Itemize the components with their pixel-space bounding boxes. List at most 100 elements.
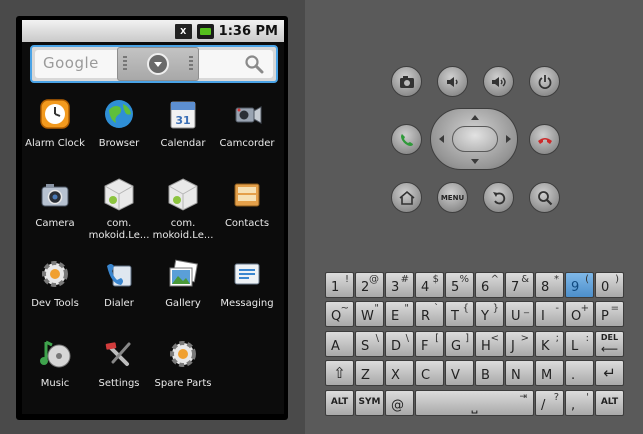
key-slash[interactable]: ? / [535, 390, 564, 416]
key-2[interactable]: @2 [355, 272, 384, 298]
app-alarm-clock[interactable]: Alarm Clock [23, 92, 87, 168]
key-l[interactable]: :L [565, 331, 594, 357]
key-w[interactable]: " W [355, 301, 384, 327]
search-icon[interactable] [244, 54, 264, 74]
key-alt-char: < [490, 333, 499, 344]
key-a[interactable]: A [325, 331, 354, 357]
app-messaging[interactable]: Messaging [215, 252, 279, 328]
key-q[interactable]: ~ Q [325, 301, 354, 327]
app-music[interactable]: Music [23, 332, 87, 408]
app-label: Music [40, 378, 70, 389]
key-h[interactable]: < H [475, 331, 504, 357]
key-z[interactable]: Z [355, 360, 384, 386]
search-button[interactable] [529, 182, 560, 213]
key-alt-char: + [580, 303, 589, 314]
key-char: , [571, 398, 576, 413]
key-g[interactable]: ] G [445, 331, 474, 357]
key-alt-left[interactable]: ALT [325, 390, 354, 416]
key-enter[interactable]: ↵ [595, 360, 624, 386]
camera-button[interactable] [391, 66, 422, 97]
key-k[interactable]: ; K [535, 331, 564, 357]
key-v[interactable]: V [445, 360, 474, 386]
key-4[interactable]: $4 [415, 272, 444, 298]
app-contacts[interactable]: Contacts [215, 172, 279, 248]
volume-down-button[interactable] [437, 66, 468, 97]
app-camera[interactable]: Camera [23, 172, 87, 248]
key-char: A [331, 339, 340, 354]
key-o[interactable]: + O [565, 301, 594, 327]
dpad-up-icon[interactable] [471, 115, 479, 120]
app-dev-tools[interactable]: Dev Tools [23, 252, 87, 328]
key-del[interactable]: DEL ⟵ [595, 331, 624, 357]
menu-button[interactable]: MENU [437, 182, 468, 213]
key-comma[interactable]: ', [565, 390, 594, 416]
app-browser[interactable]: Browser [87, 92, 151, 168]
key-space[interactable]: ⎵ ⇥ [415, 390, 534, 416]
home-button[interactable] [391, 182, 422, 213]
app-mokoid-2[interactable]: com. mokoid.Le... [151, 172, 215, 248]
key-s[interactable]: \ S [355, 331, 384, 357]
key-at[interactable]: @ [385, 390, 414, 416]
key-i[interactable]: -I [535, 301, 564, 327]
key-c[interactable]: C [415, 360, 444, 386]
key-alt-char: & [521, 274, 529, 285]
search-box[interactable]: Google [35, 47, 273, 81]
key-alt-right[interactable]: ALT [595, 390, 624, 416]
key-7[interactable]: & 7 [505, 272, 534, 298]
dpad-center-button[interactable] [452, 126, 498, 152]
dpad[interactable] [430, 108, 518, 170]
back-button[interactable] [483, 182, 514, 213]
key-6[interactable]: ^ 6 [475, 272, 504, 298]
key-9[interactable]: (9 [565, 272, 594, 298]
key-5[interactable]: % 5 [445, 272, 474, 298]
dpad-left-icon[interactable] [439, 135, 444, 143]
key-char: 9 [571, 280, 580, 295]
key-d[interactable]: \ D [385, 331, 414, 357]
chevron-down-icon[interactable] [147, 53, 169, 75]
status-bar[interactable]: X 1:36 PM [22, 20, 284, 42]
key-y[interactable]: } Y [475, 301, 504, 327]
key-e[interactable]: " E [385, 301, 414, 327]
key-n[interactable]: N [505, 360, 534, 386]
key-r[interactable]: ` R [415, 301, 444, 327]
app-calendar[interactable]: 31 Calendar [151, 92, 215, 168]
app-mokoid-1[interactable]: com. mokoid.Le... [87, 172, 151, 248]
dpad-down-icon[interactable] [471, 159, 479, 164]
key-j[interactable]: > J [505, 331, 534, 357]
volume-up-icon [491, 76, 506, 87]
call-button[interactable] [391, 124, 422, 155]
key-1[interactable]: ! 1 [325, 272, 354, 298]
app-dialer[interactable]: Dialer [87, 252, 151, 328]
key-period[interactable]: . [565, 360, 594, 386]
key-char: J [511, 339, 515, 354]
app-settings[interactable]: Settings [87, 332, 151, 408]
key-0[interactable]: ) 0 [595, 272, 624, 298]
volume-up-button[interactable] [483, 66, 514, 97]
end-call-button[interactable] [529, 124, 560, 155]
key-alt-char: { [462, 303, 469, 314]
google-search-widget[interactable]: Google [30, 45, 278, 83]
key-3[interactable]: #3 [385, 272, 414, 298]
app-label: Browser [98, 138, 140, 149]
key-f[interactable]: [F [415, 331, 444, 357]
key-x[interactable]: X [385, 360, 414, 386]
app-label: com. mokoid.Le... [152, 218, 214, 241]
app-gallery[interactable]: Gallery [151, 252, 215, 328]
search-source-selector[interactable] [117, 47, 199, 81]
key-char: M [541, 368, 553, 383]
dpad-right-icon[interactable] [506, 135, 511, 143]
key-b[interactable]: B [475, 360, 504, 386]
key-shift[interactable]: ⇧ [325, 360, 354, 386]
key-m[interactable]: M [535, 360, 564, 386]
app-camcorder[interactable]: Camcorder [215, 92, 279, 168]
device-screen[interactable]: X 1:36 PM Google Alarm Clock Browser 31 … [22, 20, 284, 414]
key-alt-char: ^ [490, 274, 499, 285]
app-spare-parts[interactable]: Spare Parts [151, 332, 215, 408]
key-p[interactable]: = P [595, 301, 624, 327]
key-u[interactable]: _ U [505, 301, 534, 327]
key-8[interactable]: * 8 [535, 272, 564, 298]
key-char: 2 [361, 280, 370, 295]
power-button[interactable] [529, 66, 560, 97]
key-t[interactable]: {T [445, 301, 474, 327]
key-sym[interactable]: SYM [355, 390, 384, 416]
